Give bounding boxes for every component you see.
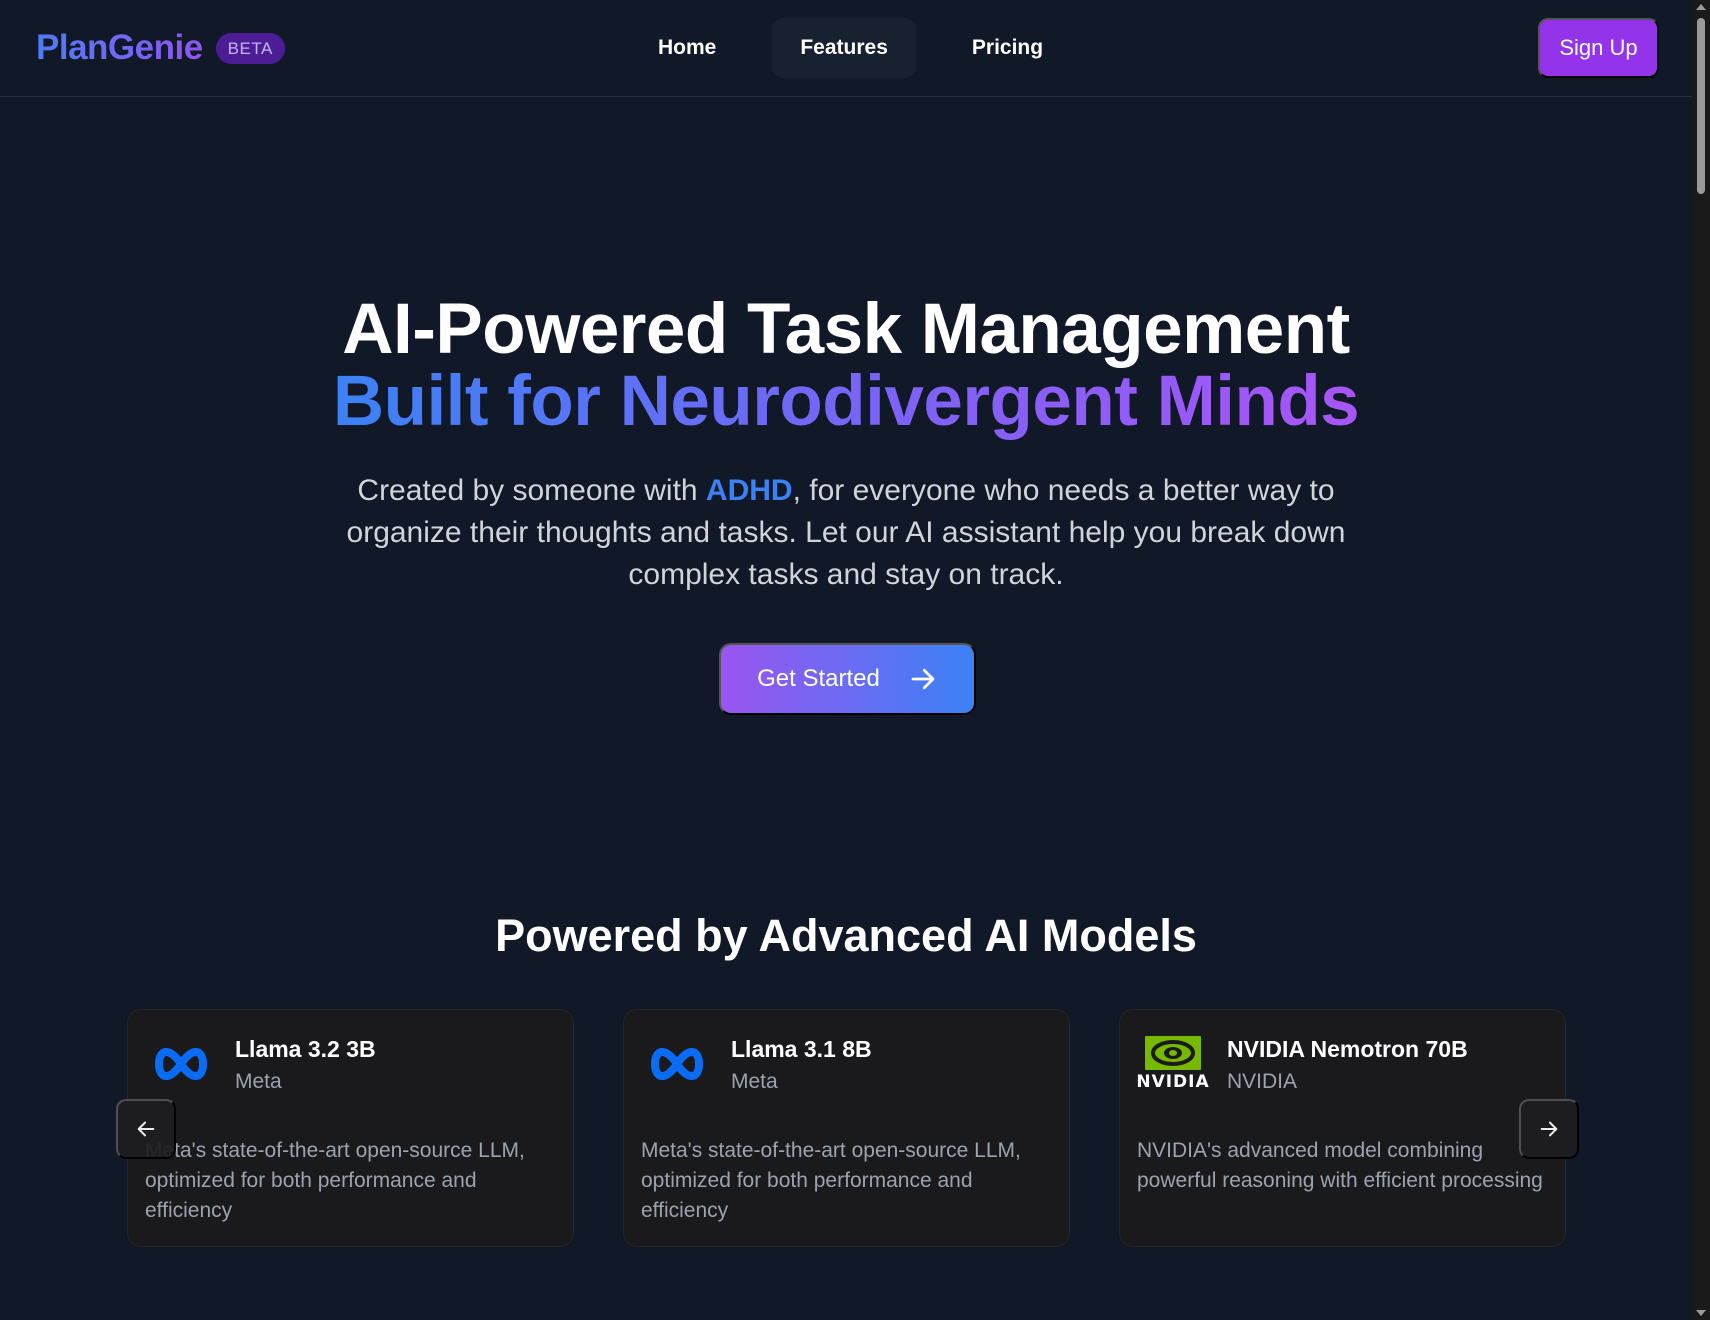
carousel-prev-button[interactable] <box>116 1099 176 1159</box>
arrow-left-icon <box>137 1121 155 1137</box>
page: PlanGenie BETA Home Features Pricing Sig… <box>0 0 1710 1320</box>
get-started-label: Get Started <box>757 665 880 692</box>
hero-title: AI-Powered Task Management <box>342 290 1350 369</box>
nvidia-logo-text: NVIDIA <box>1136 1072 1210 1092</box>
model-card[interactable]: Llama 3.1 8B Meta Meta's state-of-the-ar… <box>623 1009 1070 1247</box>
model-maker: Meta <box>235 1070 282 1093</box>
page-scrollbar[interactable] <box>1692 0 1710 1320</box>
beta-badge: BETA <box>215 32 285 64</box>
nav-features[interactable]: Features <box>772 18 916 78</box>
top-navbar: PlanGenie BETA Home Features Pricing Sig… <box>0 0 1692 97</box>
model-maker: NVIDIA <box>1227 1070 1298 1093</box>
model-description: NVIDIA's advanced model combining powerf… <box>1137 1139 1543 1192</box>
model-description: Meta's state-of-the-art open-source LLM,… <box>641 1139 1021 1222</box>
models-section-title: Powered by Advanced AI Models <box>495 910 1197 961</box>
meta-logo-icon <box>144 1034 218 1094</box>
carousel-next-button[interactable] <box>1519 1099 1579 1159</box>
logo[interactable]: PlanGenie <box>36 28 203 68</box>
main-nav: Home Features Pricing <box>616 18 1085 78</box>
arrow-right-icon <box>1540 1121 1558 1137</box>
sign-up-button[interactable]: Sign Up <box>1538 18 1659 78</box>
get-started-button[interactable]: Get Started <box>719 643 976 715</box>
model-name: Llama 3.2 3B <box>235 1036 376 1062</box>
model-card[interactable]: NVIDIA NVIDIA Nemotron 70B NVIDIA NVIDIA… <box>1119 1009 1566 1247</box>
adhd-highlight: ADHD <box>705 474 793 507</box>
logo-group[interactable]: PlanGenie BETA <box>36 28 285 68</box>
model-name: NVIDIA Nemotron 70B <box>1227 1036 1468 1062</box>
model-description: Meta's state-of-the-art open-source LLM,… <box>145 1139 525 1222</box>
meta-logo-icon <box>640 1034 714 1094</box>
nvidia-logo-icon: NVIDIA <box>1136 1034 1210 1094</box>
hero-subtitle-text: Built for Neurodivergent Minds <box>332 362 1360 441</box>
scroll-thumb[interactable] <box>1697 18 1705 194</box>
scroll-up-arrow[interactable] <box>1696 4 1706 10</box>
hero-desc-before: Created by someone with <box>357 474 706 507</box>
arrow-right-icon <box>911 668 935 690</box>
model-card[interactable]: Llama 3.2 3B Meta Meta's state-of-the-ar… <box>127 1009 574 1247</box>
hero-description: Created by someone with ADHD, for everyo… <box>336 470 1356 596</box>
nav-pricing[interactable]: Pricing <box>944 18 1071 78</box>
hero-subtitle: Built for Neurodivergent Minds <box>0 360 1692 444</box>
scroll-down-arrow[interactable] <box>1696 1310 1706 1316</box>
model-name: Llama 3.1 8B <box>731 1036 872 1062</box>
nav-home[interactable]: Home <box>630 18 744 78</box>
model-maker: Meta <box>731 1070 778 1093</box>
